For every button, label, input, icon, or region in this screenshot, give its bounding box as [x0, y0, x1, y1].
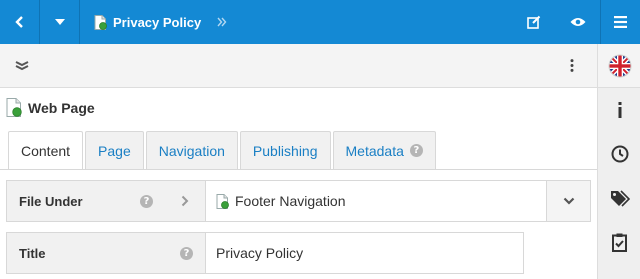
tab-content[interactable]: Content [8, 131, 84, 170]
back-button[interactable] [0, 0, 40, 44]
help-icon[interactable]: ? [140, 194, 153, 208]
file-under-dropdown-button[interactable] [546, 181, 590, 221]
tab-navigation[interactable]: Navigation [145, 131, 238, 169]
chevron-down-icon [563, 197, 574, 205]
info-button[interactable] [598, 88, 640, 132]
uk-flag-icon [608, 54, 631, 77]
more-options-button[interactable] [547, 44, 597, 88]
tab-bar: Content Page Navigation Publishing Metad… [8, 131, 438, 170]
file-under-row: File Under ? Footer Navigation [6, 180, 591, 222]
title-input[interactable] [206, 232, 524, 274]
help-icon[interactable]: ? [409, 144, 423, 157]
back-icon [14, 16, 23, 28]
stack-icon [15, 60, 29, 70]
hamburger-icon [614, 16, 627, 28]
page-icon [6, 98, 22, 117]
tab-metadata[interactable]: Metadata ? [332, 131, 436, 169]
help-icon[interactable]: ? [180, 246, 193, 260]
chevron-double-right-icon[interactable] [217, 17, 227, 27]
breadcrumb: Privacy Policy [94, 14, 227, 30]
main-menu-button[interactable] [600, 0, 640, 44]
title-row: Title ? [6, 232, 524, 274]
file-under-field[interactable]: Footer Navigation [206, 180, 591, 222]
tab-publishing[interactable]: Publishing [239, 131, 331, 169]
title-label: Title [19, 245, 46, 261]
workflow-button[interactable] [598, 220, 640, 264]
tab-page[interactable]: Page [85, 131, 144, 169]
tab-label: Metadata [345, 142, 404, 159]
eye-icon [570, 18, 586, 26]
chevron-right-icon[interactable] [181, 195, 189, 207]
top-bar: Privacy Policy [0, 0, 640, 44]
edit-icon [527, 15, 541, 29]
tab-label: Publishing [252, 142, 318, 159]
breadcrumb-page-title[interactable]: Privacy Policy [113, 15, 201, 30]
clipboard-check-icon [612, 233, 627, 252]
collapse-toggle-button[interactable] [0, 44, 44, 88]
clock-icon [611, 145, 628, 163]
tags-button[interactable] [598, 176, 640, 220]
right-sidebar [597, 44, 640, 279]
tab-label: Navigation [158, 142, 225, 159]
language-button[interactable] [598, 44, 640, 88]
title-label-cell: Title ? [6, 232, 206, 274]
preview-button[interactable] [556, 0, 600, 44]
asset-content: Web Page Content Page Navigation Publish… [0, 89, 597, 279]
history-button[interactable] [598, 132, 640, 176]
tab-label: Content [21, 143, 71, 159]
edit-button[interactable] [512, 0, 556, 44]
file-under-value: Footer Navigation [235, 193, 346, 209]
tags-icon [610, 189, 630, 207]
asset-toolbar [0, 44, 597, 88]
page-heading: Web Page [6, 98, 95, 117]
file-under-label-cell: File Under ? [6, 180, 206, 222]
page-icon [94, 14, 107, 30]
tab-label: Page [98, 142, 131, 159]
info-icon [618, 102, 621, 118]
tab-divider [0, 169, 597, 170]
page-title: Web Page [28, 99, 95, 116]
more-vertical-icon [570, 59, 574, 72]
history-dropdown-button[interactable] [40, 0, 80, 44]
file-under-label: File Under [19, 193, 83, 209]
caret-down-icon [54, 19, 65, 25]
page-icon [216, 193, 229, 209]
